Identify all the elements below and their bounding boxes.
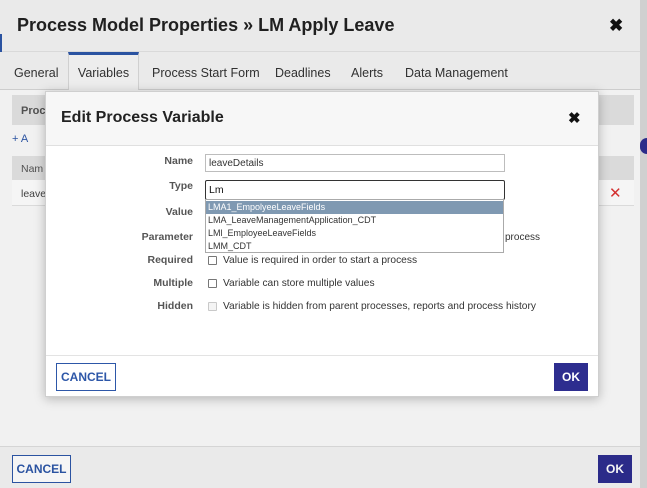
modal-ok-button[interactable]: OK <box>554 363 588 391</box>
multiple-checkbox-text: Variable can store multiple values <box>223 278 375 289</box>
multiple-checkbox[interactable] <box>208 279 217 288</box>
value-label: Value <box>165 206 193 218</box>
dropdown-option[interactable]: LMl_EmployeeLeaveFields <box>206 227 503 240</box>
hidden-checkbox-text: Variable is hidden from parent processes… <box>223 301 536 312</box>
dropdown-option[interactable]: LMM_CDT <box>206 240 503 253</box>
type-input[interactable]: Lm <box>205 180 505 200</box>
modal-cancel-button[interactable]: CANCEL <box>56 363 116 391</box>
dropdown-option[interactable]: LMA_LeaveManagementApplication_CDT <box>206 214 503 227</box>
name-field[interactable]: leaveDetails <box>205 154 505 172</box>
hidden-checkbox <box>208 302 217 311</box>
type-label: Type <box>169 180 193 192</box>
name-label: Name <box>164 155 193 167</box>
multiple-label: Multiple <box>153 277 193 289</box>
required-label: Required <box>147 254 193 266</box>
edit-process-variable-modal: Edit Process Variable ✖ Name leaveDetail… <box>45 91 599 397</box>
required-checkbox[interactable] <box>208 256 217 265</box>
modal-title: Edit Process Variable <box>61 109 224 126</box>
type-autocomplete-dropdown: LMA1_EmpolyeeLeaveFields LMA_LeaveManage… <box>205 199 504 253</box>
modal-header: Edit Process Variable ✖ <box>46 92 598 146</box>
hidden-label: Hidden <box>157 300 193 312</box>
parameter-checkbox-text: process <box>505 232 541 243</box>
modal-footer-divider <box>46 355 598 356</box>
modal-close-icon[interactable]: ✖ <box>568 109 581 127</box>
dropdown-option[interactable]: LMA1_EmpolyeeLeaveFields <box>206 201 503 214</box>
parameter-label: Parameter <box>141 231 193 243</box>
required-checkbox-text: Value is required in order to start a pr… <box>223 255 418 266</box>
